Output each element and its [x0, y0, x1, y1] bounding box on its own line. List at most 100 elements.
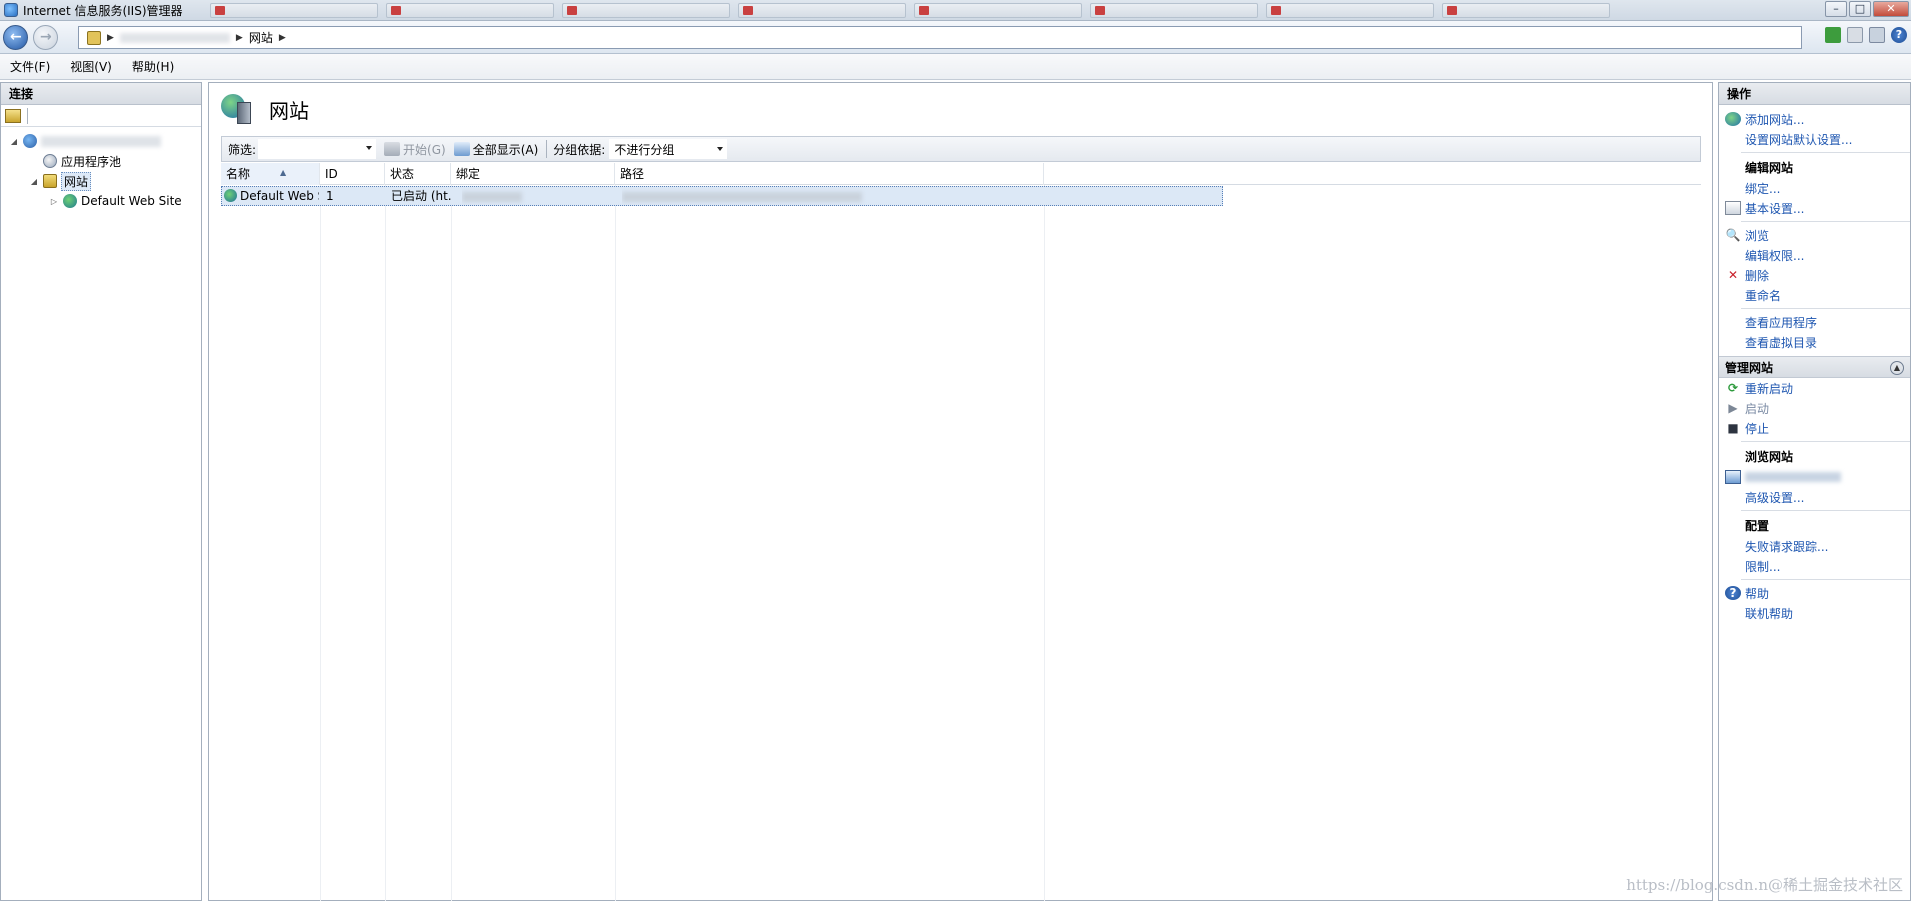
action-limits[interactable]: 限制...	[1719, 556, 1910, 576]
action-online-help[interactable]: 联机帮助	[1719, 603, 1910, 623]
delete-x-icon: ✕	[1727, 268, 1739, 282]
action-label: 限制...	[1745, 559, 1781, 574]
folder-connect-icon[interactable]	[5, 108, 21, 123]
refresh-icon[interactable]	[1825, 27, 1841, 43]
action-edit-permissions[interactable]: 编辑权限...	[1719, 245, 1910, 265]
action-add-site[interactable]: 添加网站...	[1719, 109, 1910, 129]
filter-label: 筛选:	[228, 142, 257, 157]
group-by-value: 不进行分组	[614, 143, 675, 157]
task-tab[interactable]	[562, 3, 730, 18]
action-start[interactable]: ▶ 启动	[1719, 398, 1910, 418]
action-help[interactable]: ? 帮助	[1719, 583, 1910, 603]
action-advanced-settings[interactable]: 高级设置...	[1719, 487, 1910, 507]
action-view-vdirs[interactable]: 查看虚拟目录	[1719, 332, 1910, 352]
redacted-binding	[462, 191, 522, 202]
collapse-triangle-icon[interactable]: ◢	[29, 177, 39, 186]
tree-node-default-web-site[interactable]: ▷ Default Web Site	[1, 191, 201, 211]
section-title: 管理网站	[1725, 361, 1774, 375]
task-tab[interactable]	[914, 3, 1082, 18]
action-label: 启动	[1745, 401, 1770, 416]
column-header-label: 路径	[620, 167, 645, 181]
divider	[1741, 510, 1910, 511]
column-header-label: ID	[325, 167, 338, 181]
breadcrumb-sites[interactable]: 网站	[249, 29, 273, 46]
collapse-triangle-icon[interactable]: ◢	[9, 137, 19, 146]
table-row[interactable]: Default Web S... 1 已启动 (ht...	[221, 186, 1223, 206]
maximize-button[interactable]: □	[1849, 1, 1871, 17]
close-button[interactable]: ✕	[1873, 1, 1909, 17]
action-browse[interactable]: 🔍 浏览	[1719, 225, 1910, 245]
chevron-right-icon[interactable]: ▶	[236, 33, 243, 43]
column-header-binding[interactable]: 绑定	[451, 163, 615, 185]
minimize-button[interactable]: –	[1825, 1, 1847, 17]
action-view-apps[interactable]: 查看应用程序	[1719, 312, 1910, 332]
cell-binding	[462, 187, 612, 205]
menu-help[interactable]: 帮助(H)	[132, 58, 174, 75]
action-rename[interactable]: 重命名	[1719, 285, 1910, 305]
title-bar: Internet 信息服务(IIS)管理器 – □ ✕	[0, 0, 1911, 21]
task-tab[interactable]	[1266, 3, 1434, 18]
blank-icon	[1725, 132, 1741, 146]
redacted-server-name	[41, 135, 161, 147]
action-bindings[interactable]: 绑定...	[1719, 178, 1910, 198]
action-site-defaults[interactable]: 设置网站默认设置...	[1719, 129, 1910, 149]
toolbar-divider	[546, 140, 548, 158]
action-label: 停止	[1745, 421, 1770, 436]
column-header-id[interactable]: ID	[320, 163, 385, 185]
dropdown-arrow-icon[interactable]	[366, 146, 373, 150]
task-tab[interactable]	[1442, 3, 1610, 18]
blank-icon	[1725, 606, 1741, 620]
column-header-path[interactable]: 路径	[615, 163, 1044, 185]
action-restart[interactable]: ⟳ 重新启动	[1719, 378, 1910, 398]
action-failed-tracing[interactable]: 失败请求跟踪...	[1719, 536, 1910, 556]
chevron-right-icon[interactable]: ▶	[279, 33, 286, 43]
tree-node-server[interactable]: ◢	[1, 131, 201, 151]
action-delete[interactable]: ✕ 删除	[1719, 265, 1910, 285]
expand-triangle-icon[interactable]: ▷	[49, 197, 59, 206]
task-tab[interactable]	[738, 3, 906, 18]
task-tab[interactable]	[210, 3, 378, 18]
column-header-label: 名称	[226, 167, 251, 181]
action-basic-settings[interactable]: 基本设置...	[1719, 198, 1910, 218]
action-label: 编辑权限...	[1745, 248, 1805, 263]
task-tab[interactable]	[386, 3, 554, 18]
back-button[interactable]: ←	[3, 25, 28, 50]
window-title: Internet 信息服务(IIS)管理器	[23, 3, 183, 18]
action-browse-url[interactable]	[1719, 467, 1910, 487]
column-header-status[interactable]: 状态	[385, 163, 451, 185]
app-pool-icon	[43, 154, 57, 168]
grid-header: ▲ 名称 ID 状态 绑定 路径	[221, 163, 1701, 185]
address-field[interactable]: ▶ ▶ 网站 ▶	[78, 26, 1802, 49]
mail-icon[interactable]	[1847, 27, 1863, 43]
add-site-globe-icon	[1725, 112, 1741, 126]
actions-title: 操作	[1719, 83, 1910, 105]
go-button[interactable]: 开始(G)	[384, 141, 446, 158]
show-all-button[interactable]: 全部显示(A)	[453, 141, 538, 158]
cell-path	[622, 187, 1022, 205]
group-by-select[interactable]: 不进行分组	[609, 139, 728, 159]
help-icon[interactable]: ?	[1891, 27, 1907, 43]
blank-icon	[1725, 559, 1741, 573]
menu-file[interactable]: 文件(F)	[10, 58, 50, 75]
collapse-chevron-icon[interactable]: ▲	[1890, 361, 1904, 375]
chevron-right-icon[interactable]: ▶	[107, 33, 114, 43]
page-header: 网站	[209, 83, 1712, 135]
column-header-name[interactable]: ▲ 名称	[221, 163, 320, 185]
filter-input[interactable]	[258, 139, 377, 159]
tree-node-sites[interactable]: ◢ 网站	[1, 171, 201, 191]
globe-icon	[63, 194, 77, 208]
action-label: 帮助	[1745, 586, 1770, 601]
column-gridline	[320, 185, 321, 901]
divider	[1741, 308, 1910, 309]
menu-view[interactable]: 视图(V)	[70, 58, 112, 75]
task-tab[interactable]	[1090, 3, 1258, 18]
tree-node-app-pools[interactable]: 应用程序池	[1, 151, 201, 171]
actions-list: 添加网站... 设置网站默认设置... 编辑网站 绑定... 基本设置... 🔍…	[1719, 109, 1910, 623]
binoculars-icon	[384, 142, 401, 156]
dropdown-arrow-icon[interactable]	[717, 147, 724, 151]
menu-bar: 文件(F) 视图(V) 帮助(H)	[0, 54, 1911, 80]
action-label: 添加网站...	[1745, 112, 1805, 127]
home-icon[interactable]	[1869, 27, 1885, 43]
action-stop[interactable]: ■ 停止	[1719, 418, 1910, 438]
forward-button[interactable]: →	[33, 25, 58, 50]
